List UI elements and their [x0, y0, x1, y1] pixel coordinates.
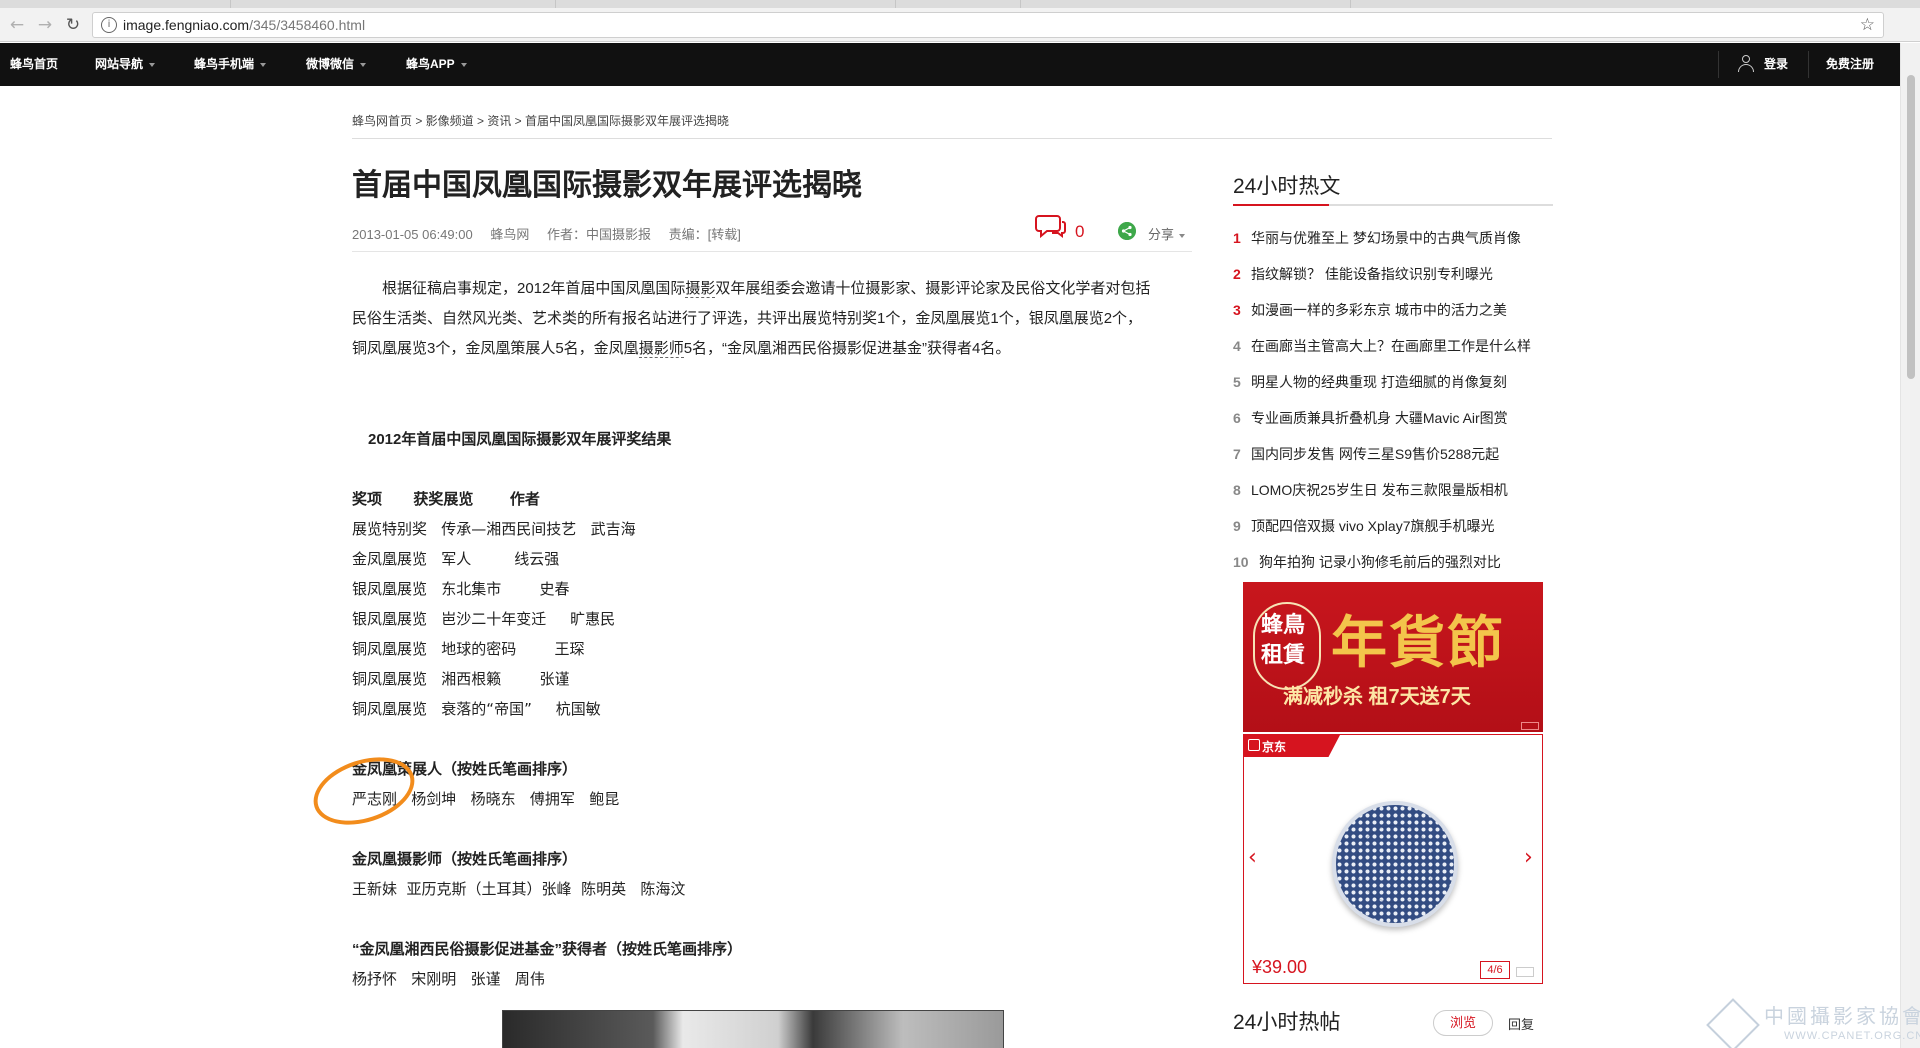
hot-article-item[interactable]: 8 LOMO庆祝25岁生日 发布三款限量版相机 — [1233, 480, 1508, 500]
nav-site-guide[interactable]: 网站导航 — [95, 43, 156, 86]
photographers-heading: 金凤凰摄影师（按姓氏笔画排序） — [352, 851, 578, 868]
article-source[interactable]: 蜂鸟网 — [490, 227, 529, 242]
browser-tab-strip — [0, 0, 1920, 8]
results-row: 银凤凰展览 东北集市 史春 — [352, 580, 570, 598]
results-table-header: 奖项 获奖展览 作者 — [352, 490, 540, 508]
breadcrumb-divider — [352, 138, 1552, 139]
page-scrollbar[interactable] — [1900, 43, 1920, 1048]
register-link[interactable]: 免费注册 — [1826, 43, 1874, 86]
back-arrow-icon[interactable]: ← — [6, 14, 28, 36]
article-title: 首届中国凤凰国际摄影双年展评选揭晓 — [352, 169, 862, 202]
nav-divider — [1808, 51, 1809, 78]
browser-tab-divider — [1020, 0, 1021, 8]
results-row: 铜凤凰展览 衰落的“帝国” 杭国敏 — [352, 700, 601, 718]
product-image[interactable] — [1332, 801, 1458, 927]
browser-tab-divider — [895, 0, 896, 8]
nav-home[interactable]: 蜂鸟首页 — [10, 43, 58, 86]
article-author: 作者：中国摄影报 — [546, 227, 651, 242]
meta-divider — [352, 251, 1192, 252]
comment-icon[interactable] — [1035, 212, 1067, 240]
results-row: 展览特别奖 传承—湘西民间技艺 武吉海 — [352, 520, 636, 538]
ad-subline: 满减秒杀 租7天送7天 — [1283, 686, 1471, 708]
share-icon[interactable] — [1118, 222, 1136, 240]
hot-article-item[interactable]: 6 专业画质兼具折叠机身 大疆Mavic Air图赏 — [1233, 408, 1508, 428]
hot-article-item[interactable]: 5 明星人物的经典重现 打造细腻的肖像复刻 — [1233, 372, 1507, 392]
jd-logo-icon — [1248, 739, 1260, 751]
fund-list: 杨抒怀 宋刚明 张谨 周伟 — [352, 970, 545, 988]
ad-headline: 年貨節 — [1331, 610, 1505, 676]
nav-mobile[interactable]: 蜂鸟手机端 — [194, 43, 267, 86]
hot-article-item[interactable]: 10 狗年拍狗 记录小狗修毛前后的强烈对比 — [1233, 552, 1501, 572]
chevron-left-icon[interactable]: ‹ — [1248, 845, 1257, 870]
nav-weibo-wechat[interactable]: 微博微信 — [306, 43, 367, 86]
hot-article-item[interactable]: 2 指纹解锁？ 佳能设备指纹识别专利曝光 — [1233, 264, 1493, 284]
forward-arrow-icon[interactable]: → — [34, 14, 56, 36]
hot-article-item[interactable]: 3 如漫画一样的多彩东京 城市中的活力之美 — [1233, 300, 1507, 320]
publish-date: 2013-01-05 06:49:00 — [352, 227, 473, 242]
nav-app[interactable]: 蜂鸟APP — [406, 43, 467, 86]
chevron-down-icon — [360, 62, 367, 67]
breadcrumb[interactable]: 蜂鸟网首页 > 影像频道 > 资讯 > 首届中国凤凰国际摄影双年展评选揭晓 — [352, 112, 729, 129]
article-meta: 2013-01-05 06:49:00 蜂鸟网 作者：中国摄影报 责编：[转载] — [352, 224, 755, 243]
site-top-nav: 蜂鸟首页 网站导航 蜂鸟手机端 微博微信 蜂鸟APP 登录 免费注册 — [0, 43, 1900, 86]
browser-tab-divider — [230, 0, 231, 8]
watermark-logo-icon — [1706, 998, 1760, 1048]
keyword-link[interactable]: 摄影师 — [638, 340, 684, 358]
hot-posts-title: 24小时热帖 — [1233, 1011, 1341, 1034]
ad-banner[interactable]: 蜂鳥租賃 年貨節 满减秒杀 租7天送7天 — [1243, 582, 1543, 732]
chevron-down-icon — [149, 62, 156, 67]
keyword-link[interactable]: 摄影 — [685, 280, 716, 298]
ad-flag-icon — [1521, 722, 1539, 730]
browser-tab-divider — [1350, 0, 1351, 8]
chevron-right-icon[interactable]: › — [1524, 845, 1533, 870]
user-icon[interactable] — [1738, 55, 1754, 73]
hot-articles-underline — [1233, 204, 1553, 206]
results-heading: 2012年首届中国凤凰国际摄影双年展评奖结果 — [368, 431, 672, 448]
ad-seal-text: 蜂鳥租賃 — [1261, 612, 1306, 668]
fund-heading: “金凤凰湘西民俗摄影促进基金”获得者（按姓氏笔画排序） — [352, 941, 743, 958]
watermark-text: 中國攝影家協會 — [1764, 1004, 1920, 1028]
hot-articles-title: 24小时热文 — [1233, 175, 1341, 198]
hot-article-item[interactable]: 4 在画廊当主管高大上？在画廊里工作是什么样 — [1233, 336, 1531, 356]
address-bar[interactable]: i image.fengniao.com/345/3458460.html ☆ — [92, 12, 1884, 38]
article-photo[interactable] — [502, 1010, 1004, 1048]
article-editor: 责编：[转载] — [668, 227, 741, 242]
hot-article-item[interactable]: 1 华丽与优雅至上 梦幻场景中的古典气质肖像 — [1233, 228, 1521, 248]
nav-divider — [1718, 51, 1719, 78]
reload-icon[interactable]: ↻ — [62, 14, 84, 36]
results-row: 银凤凰展览 岜沙二十年变迁 旷惠民 — [352, 610, 616, 628]
address-url[interactable]: image.fengniao.com/345/3458460.html — [123, 17, 365, 33]
login-link[interactable]: 登录 — [1764, 43, 1788, 86]
chevron-down-icon — [460, 62, 467, 67]
intro-paragraph: 根据征稿启事规定，2012年首届中国凤凰国际摄影双年展组委会邀请十位摄影家、摄影… — [352, 280, 1151, 358]
share-button[interactable]: 分享 — [1148, 224, 1186, 243]
bookmark-star-icon[interactable]: ☆ — [1860, 15, 1875, 35]
ad-flag-icon — [1516, 967, 1534, 977]
product-ad[interactable]: 京东 ‹ › ¥39.00 4/6 — [1243, 734, 1543, 984]
results-row: 金凤凰展览 军人 线云强 — [352, 550, 560, 568]
browser-toolbar: ← → ↻ i image.fengniao.com/345/3458460.h… — [0, 8, 1920, 42]
hot-article-item[interactable]: 7 国内同步发售 网传三星S9售价5288元起 — [1233, 444, 1499, 464]
photographers-list: 王新妹 亚历克斯（土耳其）张峰 陈明英 陈海汶 — [352, 880, 686, 898]
site-info-icon[interactable]: i — [101, 17, 117, 33]
tab-browse[interactable]: 浏览 — [1433, 1010, 1493, 1036]
chevron-down-icon — [260, 62, 267, 67]
tab-reply[interactable]: 回复 — [1508, 1014, 1534, 1033]
scrollbar-thumb[interactable] — [1907, 75, 1915, 379]
browser-tab-divider — [555, 0, 556, 8]
comment-count[interactable]: 0 — [1075, 222, 1084, 242]
carousel-pager: 4/6 — [1480, 961, 1510, 979]
results-row: 铜凤凰展览 地球的密码 王琛 — [352, 640, 585, 658]
watermark-url: WWW.CPANET.ORG.CN — [1784, 1030, 1920, 1042]
chevron-down-icon — [1179, 233, 1186, 238]
watermark: 中國攝影家協會 WWW.CPANET.ORG.CN — [1706, 998, 1920, 1048]
hot-article-item[interactable]: 9 顶配四倍双摄 vivo Xplay7旗舰手机曝光 — [1233, 516, 1494, 536]
product-price[interactable]: ¥39.00 — [1252, 957, 1307, 978]
jd-tag-label: 京东 — [1262, 740, 1287, 754]
results-row: 铜凤凰展览 湘西根籁 张谨 — [352, 670, 570, 688]
